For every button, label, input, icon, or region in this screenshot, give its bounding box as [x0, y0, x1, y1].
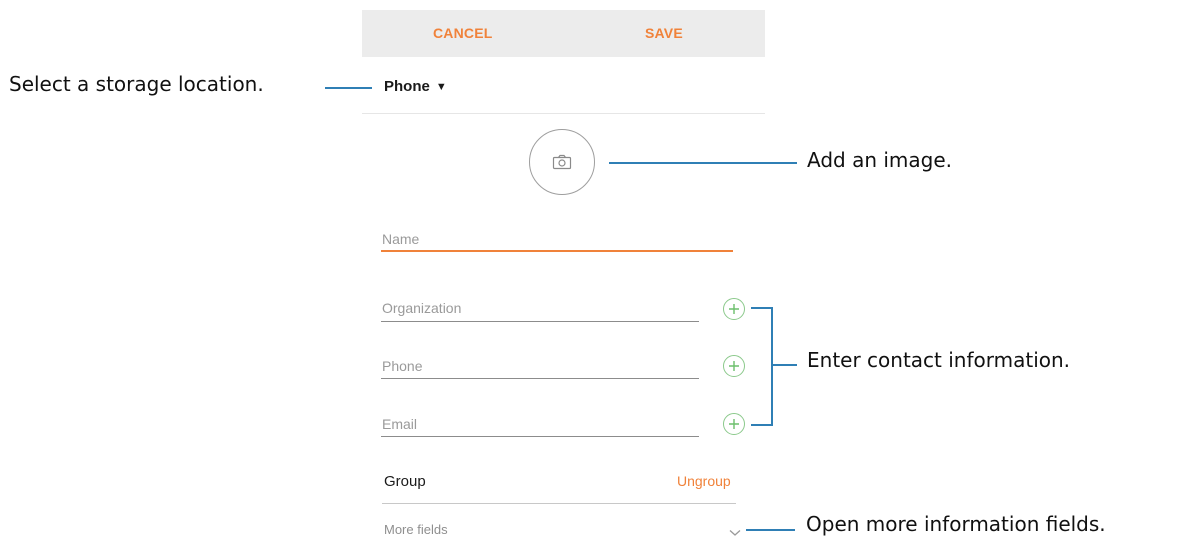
- plus-icon: [729, 304, 739, 314]
- save-button[interactable]: SAVE: [645, 10, 683, 57]
- callout-more-fields: Open more information fields.: [806, 512, 1106, 536]
- email-field-underline: [381, 436, 699, 437]
- callout-leader-line: [609, 162, 797, 164]
- name-field[interactable]: Name: [382, 231, 419, 247]
- divider: [362, 113, 765, 114]
- group-label: Group: [384, 473, 426, 490]
- phone-field[interactable]: Phone: [382, 358, 422, 374]
- storage-location-label: Phone: [384, 78, 430, 95]
- callout-leader-line: [325, 87, 372, 89]
- plus-icon: [729, 361, 739, 371]
- action-bar: CANCEL SAVE: [362, 10, 765, 57]
- chevron-down-icon[interactable]: [729, 524, 741, 542]
- callout-storage-location: Select a storage location.: [9, 72, 264, 96]
- name-field-underline: [381, 250, 733, 252]
- camera-icon: [552, 154, 572, 170]
- group-divider: [382, 503, 736, 504]
- callout-contact-information: Enter contact information.: [807, 348, 1071, 372]
- add-organization-button[interactable]: [723, 298, 745, 320]
- cancel-button[interactable]: CANCEL: [433, 10, 493, 57]
- phone-field-underline: [381, 378, 699, 379]
- callout-leader-line: [773, 364, 797, 366]
- callout-add-image: Add an image.: [807, 148, 953, 172]
- add-phone-button[interactable]: [723, 355, 745, 377]
- organization-field[interactable]: Organization: [382, 300, 461, 316]
- organization-field-underline: [381, 321, 699, 322]
- callout-leader-line: [746, 529, 795, 531]
- plus-icon: [729, 419, 739, 429]
- callout-bracket-top: [751, 307, 773, 309]
- caret-down-icon: ▼: [435, 81, 447, 93]
- callout-bracket-vertical: [771, 307, 773, 426]
- group-value[interactable]: Ungroup: [677, 473, 731, 489]
- email-field[interactable]: Email: [382, 416, 417, 432]
- more-fields-button[interactable]: More fields: [384, 522, 448, 537]
- add-email-button[interactable]: [723, 413, 745, 435]
- storage-location-dropdown[interactable]: Phone ▼: [384, 76, 447, 98]
- callout-bracket-bottom: [751, 424, 773, 426]
- add-photo-button[interactable]: [529, 129, 595, 195]
